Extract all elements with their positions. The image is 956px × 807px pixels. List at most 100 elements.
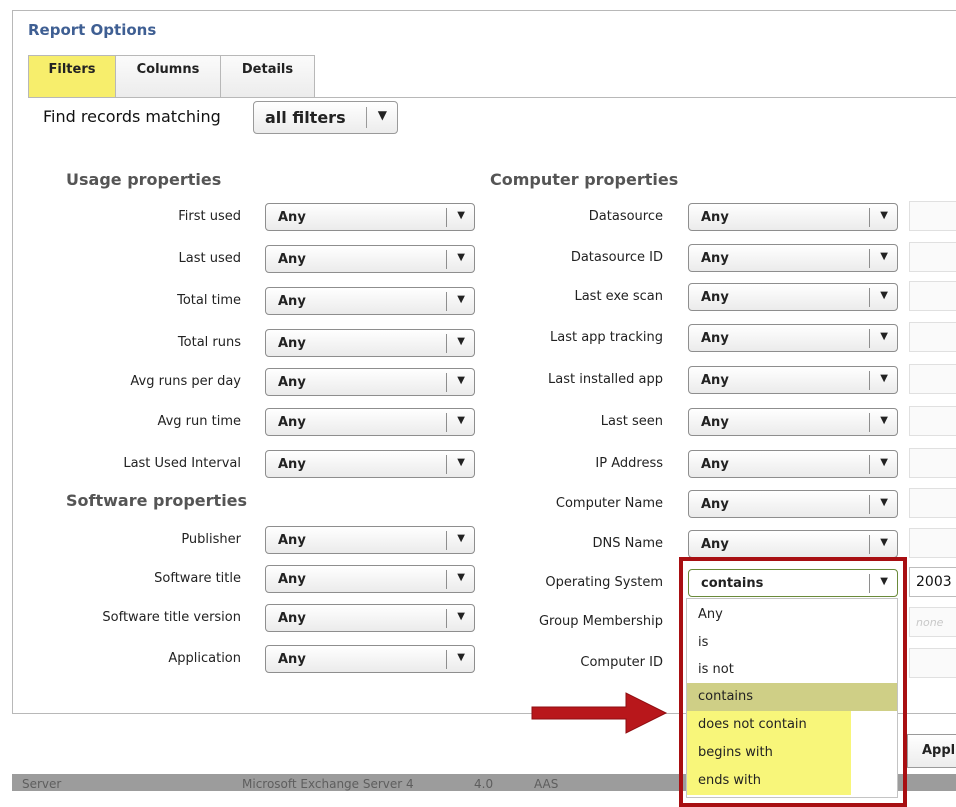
total-runs-select[interactable]: Any ▼ xyxy=(265,329,475,357)
total-time-select[interactable]: Any ▼ xyxy=(265,287,475,315)
last-app-tracking-select[interactable]: Any ▼ xyxy=(688,324,898,352)
select-value: Any xyxy=(278,652,306,667)
filter-label: Operating System xyxy=(545,575,663,590)
select-value: Any xyxy=(278,457,306,472)
apply-button-label: Appl xyxy=(922,743,956,758)
filter-label: Group Membership xyxy=(538,614,663,629)
dns-name-select[interactable]: Any ▼ xyxy=(688,530,898,558)
tab-details[interactable]: Details xyxy=(220,55,315,97)
datasource-id-text-input[interactable] xyxy=(909,242,956,272)
tab-divider xyxy=(28,97,956,98)
select-separator xyxy=(446,570,447,589)
select-value: Any xyxy=(278,533,306,548)
last-exe-scan-select[interactable]: Any ▼ xyxy=(688,283,898,311)
select-value: Any xyxy=(701,290,729,305)
software-title-version-select[interactable]: Any ▼ xyxy=(265,604,475,632)
filter-label: Avg run time xyxy=(157,414,241,429)
callout-highlight-frame xyxy=(679,557,907,807)
first-used-select[interactable]: Any ▼ xyxy=(265,203,475,231)
dropdown-arrow-icon: ▼ xyxy=(457,611,465,622)
filter-label: Application xyxy=(168,651,241,666)
last-installed-app-select[interactable]: Any ▼ xyxy=(688,366,898,394)
select-separator xyxy=(446,292,447,311)
filter-label: Last used xyxy=(178,251,241,266)
ip-address-text-input[interactable] xyxy=(909,448,956,478)
filter-label: Computer Name xyxy=(555,496,663,511)
publisher-select[interactable]: Any ▼ xyxy=(265,526,475,554)
filter-label: Software title xyxy=(154,571,241,586)
filter-label: Last exe scan xyxy=(574,289,663,304)
dropdown-arrow-icon: ▼ xyxy=(880,497,888,508)
last-exe-scan-text-input[interactable] xyxy=(909,281,956,311)
select-value: Any xyxy=(701,331,729,346)
dns-name-text-input[interactable] xyxy=(909,528,956,558)
software-title-select[interactable]: Any ▼ xyxy=(265,565,475,593)
computer-name-select[interactable]: Any ▼ xyxy=(688,490,898,518)
select-value: Any xyxy=(701,373,729,388)
dropdown-arrow-icon: ▼ xyxy=(457,252,465,263)
select-value: Any xyxy=(278,252,306,267)
last-installed-app-text-input[interactable] xyxy=(909,364,956,394)
tab-columns[interactable]: Columns xyxy=(115,55,221,97)
dropdown-arrow-icon: ▼ xyxy=(880,290,888,301)
dropdown-arrow-icon: ▼ xyxy=(457,457,465,468)
dropdown-arrow-icon: ▼ xyxy=(377,108,387,122)
computer-properties-heading: Computer properties xyxy=(490,170,679,189)
select-value: Any xyxy=(278,210,306,225)
dropdown-arrow-icon: ▼ xyxy=(457,652,465,663)
select-value: Any xyxy=(701,537,729,552)
dropdown-arrow-icon: ▼ xyxy=(880,210,888,221)
group-membership-text-input[interactable]: none xyxy=(909,607,956,637)
operating-system-text-input[interactable]: 2003 xyxy=(909,567,956,597)
avg-run-time-select[interactable]: Any ▼ xyxy=(265,408,475,436)
dropdown-arrow-icon: ▼ xyxy=(880,457,888,468)
apply-button[interactable]: Appl xyxy=(907,734,956,768)
select-separator xyxy=(869,288,870,307)
select-separator xyxy=(446,455,447,474)
application-select[interactable]: Any ▼ xyxy=(265,645,475,673)
select-separator xyxy=(366,107,367,128)
usage-properties-heading: Usage properties xyxy=(66,170,222,189)
select-separator xyxy=(869,329,870,348)
filter-label: Total runs xyxy=(177,335,241,350)
input-value: 2003 xyxy=(916,574,952,590)
match-mode-select[interactable]: all filters ▼ xyxy=(253,101,398,134)
filter-label: Last Used Interval xyxy=(123,456,241,471)
computer-id-text-input[interactable] xyxy=(909,648,956,678)
last-seen-text-input[interactable] xyxy=(909,406,956,436)
last-seen-select[interactable]: Any ▼ xyxy=(688,408,898,436)
avg-runs-per-day-select[interactable]: Any ▼ xyxy=(265,368,475,396)
datasource-text-input[interactable] xyxy=(909,201,956,231)
select-value: Any xyxy=(701,457,729,472)
dropdown-arrow-icon: ▼ xyxy=(880,415,888,426)
last-app-tracking-text-input[interactable] xyxy=(909,322,956,352)
filter-label: Datasource ID xyxy=(570,250,663,265)
select-separator xyxy=(869,455,870,474)
select-separator xyxy=(446,650,447,669)
select-separator xyxy=(446,413,447,432)
tab-filters[interactable]: Filters xyxy=(28,55,116,98)
computer-name-text-input[interactable] xyxy=(909,488,956,518)
select-value: Any xyxy=(701,251,729,266)
filter-label: Avg runs per day xyxy=(130,374,241,389)
filter-label: Datasource xyxy=(588,209,663,224)
datasource-id-select[interactable]: Any ▼ xyxy=(688,244,898,272)
dropdown-arrow-icon: ▼ xyxy=(880,331,888,342)
filter-label: Last installed app xyxy=(548,372,663,387)
dropdown-arrow-icon: ▼ xyxy=(457,415,465,426)
last-used-select[interactable]: Any ▼ xyxy=(265,245,475,273)
match-mode-value: all filters xyxy=(265,108,346,127)
select-separator xyxy=(446,609,447,628)
ip-address-select[interactable]: Any ▼ xyxy=(688,450,898,478)
select-separator xyxy=(869,208,870,227)
select-value: Any xyxy=(278,336,306,351)
filter-label: Computer ID xyxy=(580,655,663,670)
last-used-interval-select[interactable]: Any ▼ xyxy=(265,450,475,478)
select-separator xyxy=(446,208,447,227)
select-separator xyxy=(869,371,870,390)
table-cell: 4.0 xyxy=(474,777,494,791)
select-separator xyxy=(869,249,870,268)
dropdown-arrow-icon: ▼ xyxy=(457,336,465,347)
datasource-select[interactable]: Any ▼ xyxy=(688,203,898,231)
callout-arrow-icon xyxy=(531,692,668,734)
